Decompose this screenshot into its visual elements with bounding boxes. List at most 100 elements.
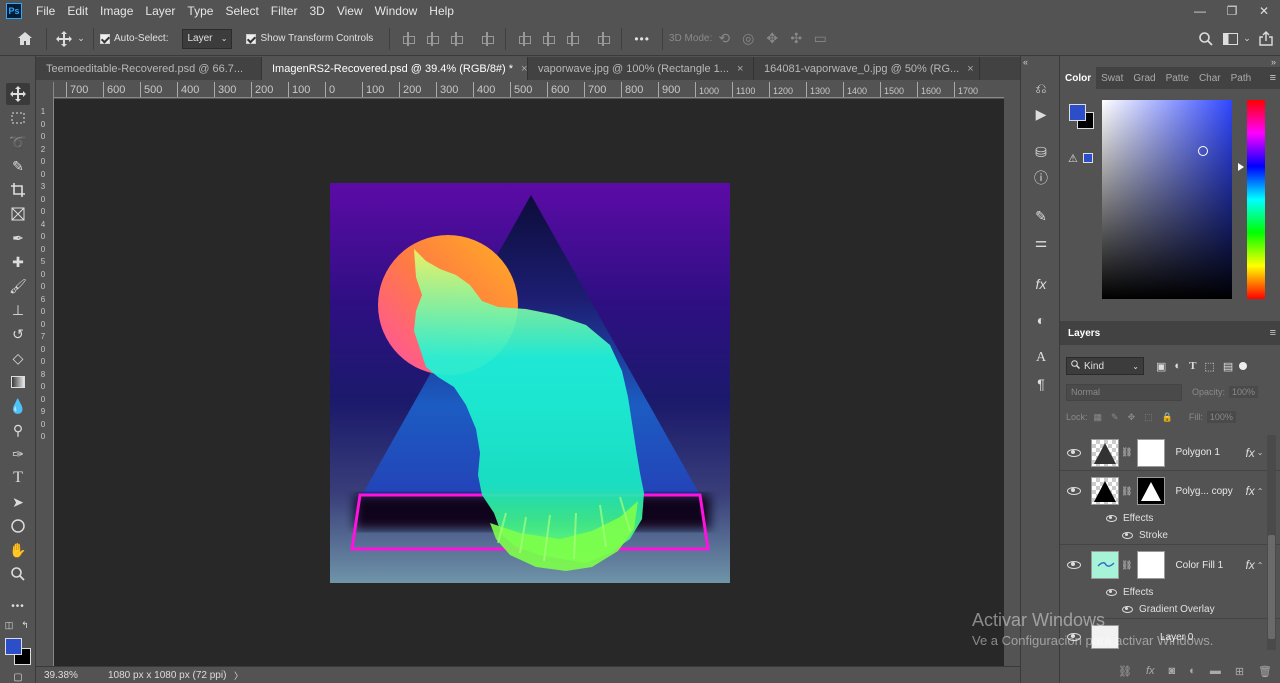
visibility-eye-icon[interactable] [1122,532,1133,539]
menu-image[interactable]: Image [94,0,139,22]
3d-roll-icon[interactable]: ◎ [736,30,760,47]
align-bottom-icon[interactable] [565,31,580,46]
effect-stroke[interactable]: Stroke [1060,527,1280,545]
layer-effects-icon[interactable]: fx [1245,558,1254,572]
close-button[interactable]: ✕ [1248,0,1280,22]
edit-toolbar-icon[interactable]: ••• [6,595,30,617]
effects-group[interactable]: Effects [1060,583,1280,601]
lock-artboard-icon[interactable]: ⬚ [1144,412,1153,423]
clone-stamp-tool-icon[interactable]: ⊥ [6,299,30,321]
tab-color[interactable]: Color [1060,67,1097,89]
distribute-vertical-icon[interactable] [596,31,611,46]
close-tab-icon[interactable]: × [521,63,527,75]
collapse-dock-icon[interactable]: « [1023,57,1028,67]
menu-edit[interactable]: Edit [61,0,94,22]
filter-shape-icon[interactable]: ⬚ [1204,360,1214,373]
layers-panel-title[interactable]: Layers [1060,328,1100,339]
layer-name[interactable]: Polyg... copy [1175,486,1239,497]
chevron-up-icon[interactable]: ⌃ [1257,561,1264,570]
eyedropper-tool-icon[interactable]: ✒ [6,227,30,249]
chevron-down-icon[interactable]: ⌄ [1257,448,1264,457]
styles-fx-icon[interactable]: fx [1031,274,1051,294]
add-mask-icon[interactable]: ◙ [1169,665,1176,677]
minimize-button[interactable]: — [1184,0,1216,22]
link-layers-icon[interactable]: ⛓ [1118,665,1132,678]
frame-tool-icon[interactable] [6,203,30,225]
info-icon[interactable]: ⓘ [1031,168,1051,188]
3d-orbit-icon[interactable]: ⟲ [712,30,736,47]
layer-effects-icon[interactable]: fx [1245,446,1254,460]
horizontal-ruler[interactable]: 700 600 500 400 300 200 100 0 100 200 300 400 500 600… [54,82,1004,98]
menu-file[interactable]: File [30,0,61,22]
hue-slider-handle[interactable] [1238,163,1244,171]
paragraph-icon[interactable]: ¶ [1031,374,1051,394]
pen-tool-icon[interactable]: ✑ [6,443,30,465]
brush-settings-icon[interactable]: ✎ [1031,206,1051,226]
layer-mask-thumbnail[interactable] [1137,438,1166,467]
menu-type[interactable]: Type [181,0,219,22]
new-layer-icon[interactable]: ⊞ [1235,665,1244,678]
search-icon[interactable] [1194,31,1218,46]
tab-imagenrs2[interactable]: ImagenRS2-Recovered.psd @ 39.4% (RGB/8#)… [262,57,528,80]
layer-name[interactable]: Color Fill 1 [1175,560,1239,571]
move-tool-icon[interactable] [53,30,75,47]
3d-camera-icon[interactable]: ▭ [808,30,832,47]
menu-filter[interactable]: Filter [265,0,304,22]
distribute-horizontal-icon[interactable] [480,31,495,46]
panel-menu-icon[interactable]: ≡ [1270,72,1276,84]
type-tool-icon[interactable]: T [6,467,30,489]
align-top-icon[interactable] [517,31,532,46]
visibility-eye-icon[interactable] [1067,561,1081,569]
tab-character[interactable]: Char [1194,67,1226,89]
layer-row-polygon-copy[interactable]: ⛓ Polyg... copy fx ⌃ [1060,473,1280,509]
healing-brush-tool-icon[interactable]: ✚ [6,251,30,273]
visibility-eye-icon[interactable] [1106,514,1117,522]
visibility-eye-icon[interactable] [1106,588,1117,596]
adjustments-icon[interactable]: ⚌ [1031,232,1051,252]
auto-select-target-dropdown[interactable]: Layer ⌄ [182,28,233,49]
tab-teemoeditable[interactable]: Teemoeditable-Recovered.psd @ 66.7... [36,57,262,80]
close-tab-icon[interactable]: × [737,63,743,75]
filter-adjustment-icon[interactable]: ◐ [1174,360,1181,372]
opacity-input[interactable]: 100% [1229,386,1259,398]
chevron-down-icon[interactable]: ⌄ [75,33,87,44]
tab-vaporwave[interactable]: vaporwave.jpg @ 100% (Rectangle 1... × [528,57,754,80]
lock-position-icon[interactable]: ✥ [1128,412,1136,423]
libraries-icon[interactable]: ⛁ [1031,142,1051,162]
history-icon[interactable]: ⎌ [1031,78,1051,98]
vertical-ruler[interactable]: 1 0 0 2 0 0 3 0 0 4 0 0 5 0 0 6 0 0 7 0 0 8 0 0 9 0 0 [36,82,54,666]
3d-slide-icon[interactable]: ✣ [784,30,808,47]
home-icon[interactable] [10,31,40,46]
out-of-gamut-warning-icon[interactable]: ⚠ [1068,152,1078,165]
dodge-tool-icon[interactable]: ⚲ [6,419,30,441]
character-icon[interactable]: A [1031,348,1051,368]
history-brush-tool-icon[interactable]: ↺ [6,323,30,345]
fill-input[interactable]: 100% [1206,411,1236,423]
filter-kind-dropdown[interactable]: Kind ⌄ [1066,357,1144,375]
tab-paths[interactable]: Path [1226,67,1257,89]
color-picker-cursor[interactable] [1198,146,1208,156]
chevron-up-icon[interactable]: ⌃ [1257,487,1264,496]
quick-mask-icon[interactable]: ▢ [6,671,30,683]
swap-colors-icon[interactable]: ↰ [18,619,32,631]
show-transform-checkbox[interactable]: Show Transform Controls [246,33,373,44]
close-tab-icon[interactable]: × [967,63,973,75]
move-tool-icon[interactable] [6,83,30,105]
new-adjustment-layer-icon[interactable]: ◐ [1189,665,1196,677]
hand-tool-icon[interactable]: ✋ [6,539,30,561]
chevron-down-icon[interactable]: ⌄ [1242,33,1252,44]
crop-tool-icon[interactable] [6,179,30,201]
lock-image-icon[interactable]: ✎ [1111,412,1119,423]
zoom-tool-icon[interactable] [6,563,30,585]
layer-mask-thumbnail[interactable] [1137,477,1166,505]
tab-patterns[interactable]: Patte [1161,67,1194,89]
gradient-tool-icon[interactable] [6,371,30,393]
new-group-icon[interactable]: ▬ [1210,665,1221,677]
filter-pixel-icon[interactable]: ▣ [1156,360,1166,373]
blend-mode-dropdown[interactable]: Normal [1066,383,1182,401]
workspace-icon[interactable] [1218,32,1242,45]
share-icon[interactable] [1252,31,1280,46]
collapse-panels-icon[interactable]: » [1271,57,1276,67]
lock-transparent-icon[interactable]: ▦ [1094,412,1103,423]
filter-smart-object-icon[interactable]: ▤ [1223,360,1233,373]
